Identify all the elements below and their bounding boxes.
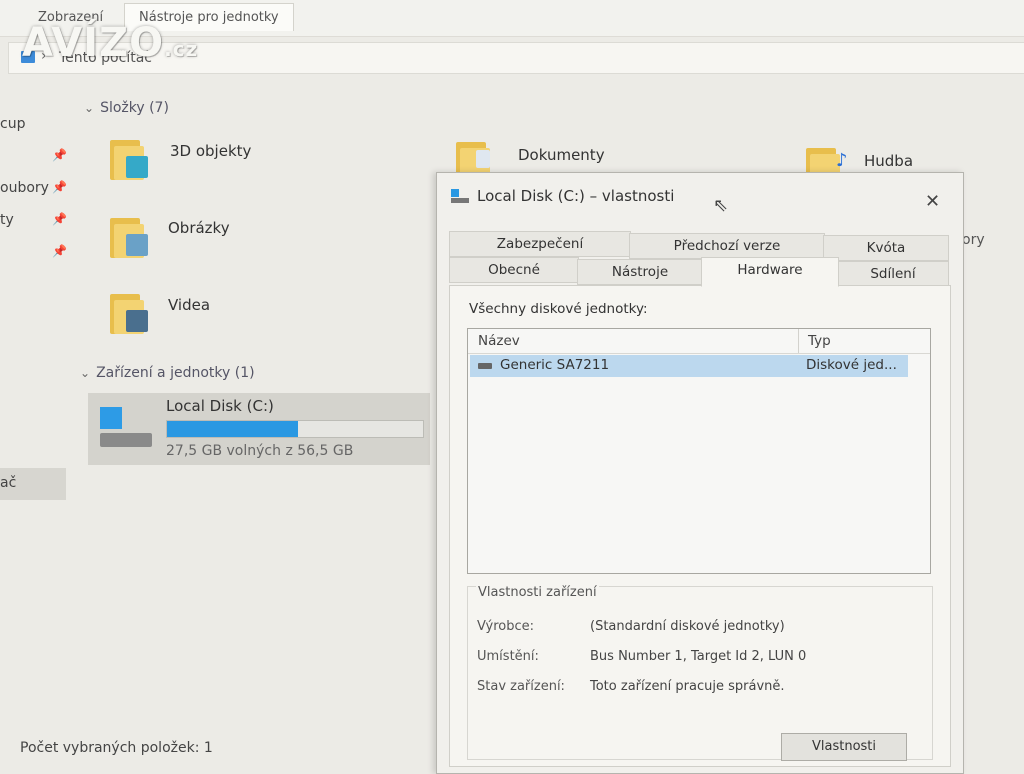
background-text-fragment: ory xyxy=(962,232,985,248)
tab-hardware[interactable]: Hardware xyxy=(701,257,839,287)
hard-drive-icon xyxy=(100,407,152,451)
folder-icon[interactable] xyxy=(110,136,148,180)
sidebar-item-3[interactable]: ty xyxy=(0,212,14,228)
hard-drive-icon xyxy=(478,363,492,369)
properties-button[interactable]: Vlastnosti xyxy=(781,733,907,761)
devices-group-header[interactable]: ⌄ Zařízení a jednotky (1) xyxy=(80,365,255,381)
tab-sharing[interactable]: Sdílení xyxy=(837,261,949,287)
picture-icon xyxy=(126,234,148,256)
group-legend: Vlastnosti zařízení xyxy=(476,585,599,600)
drive-free-space: 27,5 GB volných z 56,5 GB xyxy=(166,443,354,459)
column-header-type[interactable]: Typ xyxy=(808,333,831,349)
pin-icon: 📌 xyxy=(52,148,67,162)
folders-group-header[interactable]: ⌄ Složky (7) xyxy=(84,100,169,116)
folder-music[interactable]: Hudba xyxy=(864,152,913,170)
folder-videos[interactable]: Videa xyxy=(168,296,210,314)
folder-icon[interactable] xyxy=(110,290,148,334)
list-item-name: Generic SA7211 xyxy=(500,357,610,373)
folder-documents[interactable]: Dokumenty xyxy=(518,146,605,164)
film-icon xyxy=(126,310,148,332)
mouse-cursor-icon: ⇖ xyxy=(713,195,729,216)
drive-usage-fill xyxy=(167,421,298,437)
properties-dialog: Local Disk (C:) – vlastnosti ⇖ ✕ Zabezpe… xyxy=(436,172,964,774)
list-item-selected[interactable]: Generic SA7211 Diskové jed... xyxy=(470,355,908,377)
drives-list-label: Všechny diskové jednotky: xyxy=(469,301,648,317)
list-header: Název Typ xyxy=(468,329,930,354)
document-icon xyxy=(476,150,490,168)
drive-usage-bar xyxy=(166,420,424,438)
location-label: Umístění: xyxy=(477,649,539,664)
folder-pictures[interactable]: Obrázky xyxy=(168,219,230,237)
close-icon[interactable]: ✕ xyxy=(925,191,940,212)
music-note-icon: ♪ xyxy=(836,150,848,171)
tab-quota[interactable]: Kvóta xyxy=(823,235,949,261)
sidebar-item-selected[interactable]: ač xyxy=(0,468,66,500)
drives-list[interactable]: Název Typ Generic SA7211 Diskové jed... xyxy=(467,328,931,574)
sidebar-item-2[interactable]: oubory xyxy=(0,180,49,196)
status-bar: Počet vybraných položek: 1 xyxy=(20,740,213,756)
chevron-down-icon: ⌄ xyxy=(84,101,95,115)
tab-security[interactable]: Zabezpečení xyxy=(449,231,631,257)
tab-general[interactable]: Obecné xyxy=(449,257,579,283)
sidebar-item-1[interactable]: cup xyxy=(0,116,25,132)
dialog-title: Local Disk (C:) – vlastnosti xyxy=(477,187,675,205)
manufacturer-value: (Standardní diskové jednotky) xyxy=(590,619,785,634)
pin-icon: 📌 xyxy=(52,212,67,226)
device-status-value: Toto zařízení pracuje správně. xyxy=(590,679,785,694)
pin-icon: 📌 xyxy=(52,180,67,194)
chevron-down-icon: ⌄ xyxy=(80,366,91,380)
drive-name: Local Disk (C:) xyxy=(166,397,274,415)
tab-tools[interactable]: Nástroje xyxy=(577,259,703,285)
tab-previous-versions[interactable]: Předchozí verze xyxy=(629,233,825,259)
location-value: Bus Number 1, Target Id 2, LUN 0 xyxy=(590,649,807,664)
folder-icon[interactable] xyxy=(110,214,148,258)
list-item-type: Diskové jed... xyxy=(806,357,897,373)
column-header-name[interactable]: Název xyxy=(478,333,520,349)
cube-icon xyxy=(126,156,148,178)
device-status-label: Stav zařízení: xyxy=(477,679,565,694)
nav-sidebar: cup 📌 oubory 📌 ty 📌 📌 ač xyxy=(0,80,70,740)
drive-item-c[interactable]: Local Disk (C:) 27,5 GB volných z 56,5 G… xyxy=(88,393,430,465)
manufacturer-label: Výrobce: xyxy=(477,619,535,634)
sidebar-item-this-pc: ač xyxy=(0,475,17,491)
watermark-logo: AVÍZO.cz xyxy=(22,20,199,66)
folder-3d-objects[interactable]: 3D objekty xyxy=(170,142,251,160)
pin-icon: 📌 xyxy=(52,244,67,258)
drive-icon xyxy=(451,189,469,203)
